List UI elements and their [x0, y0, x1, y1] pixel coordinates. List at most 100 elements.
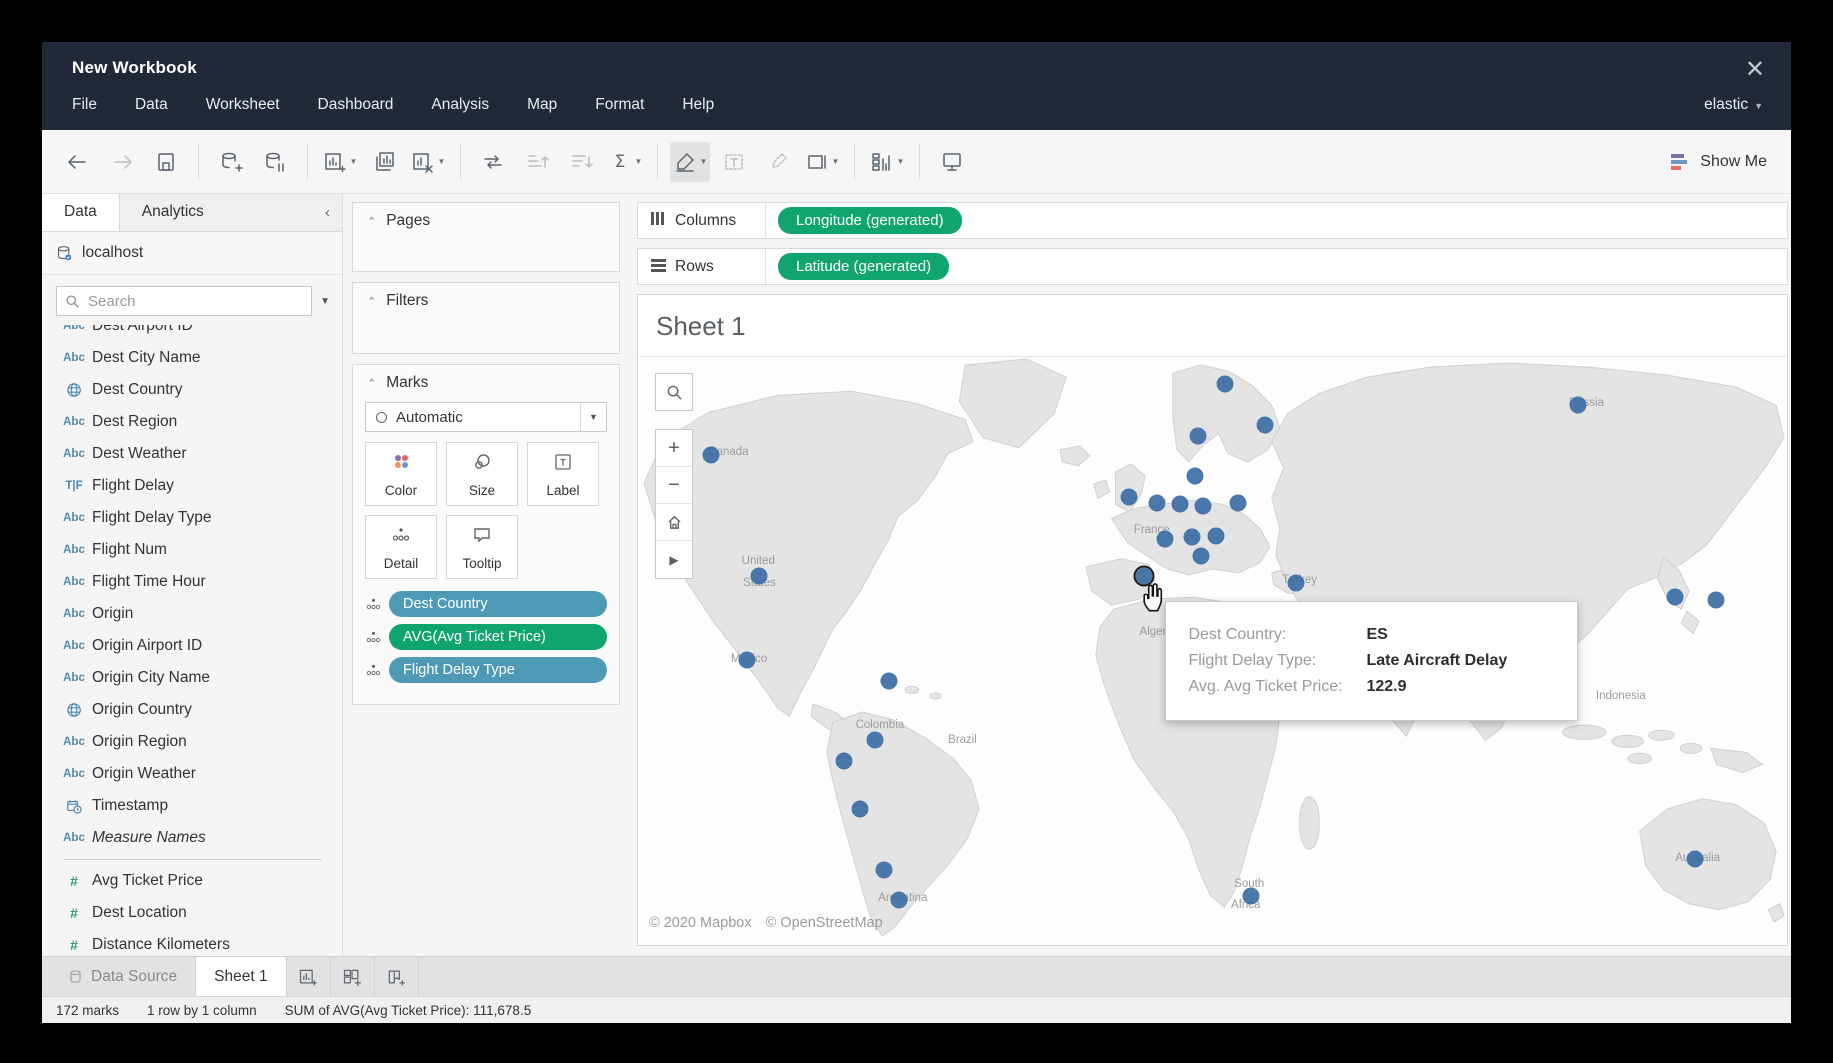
- map-mark[interactable]: [1288, 575, 1305, 592]
- show-hide-cards-button[interactable]: ▼: [867, 142, 907, 182]
- map-mark[interactable]: [1687, 851, 1704, 868]
- fit-axes-button[interactable]: ▼: [802, 142, 842, 182]
- map-mark[interactable]: [1217, 376, 1234, 393]
- chevron-down-icon[interactable]: ▼: [580, 403, 606, 431]
- menu-file[interactable]: File: [72, 96, 97, 114]
- undo-button[interactable]: [58, 142, 98, 182]
- map-mark[interactable]: [1187, 467, 1204, 484]
- field-flight-num[interactable]: AbcFlight Num: [48, 534, 342, 566]
- field-origin[interactable]: AbcOrigin: [48, 598, 342, 630]
- tab-data-source[interactable]: Data Source: [50, 957, 196, 996]
- menu-map[interactable]: Map: [527, 96, 557, 114]
- duplicate-sheet-button[interactable]: [364, 142, 404, 182]
- field-origin-weather[interactable]: AbcOrigin Weather: [48, 758, 342, 790]
- tab-analytics[interactable]: Analytics: [120, 194, 226, 231]
- map-mark[interactable]: [1207, 527, 1224, 544]
- field-dest-weather[interactable]: AbcDest Weather: [48, 438, 342, 470]
- show-me-button[interactable]: Show Me: [1658, 145, 1777, 179]
- menu-worksheet[interactable]: Worksheet: [206, 96, 280, 114]
- label-button[interactable]: Label: [527, 442, 599, 506]
- map-mark[interactable]: [738, 652, 755, 669]
- map-mark[interactable]: [1120, 489, 1137, 506]
- sort-descending-button[interactable]: [561, 142, 601, 182]
- rows-shelf[interactable]: Rows Latitude (generated): [637, 248, 1788, 285]
- field-dest-region[interactable]: AbcDest Region: [48, 406, 342, 438]
- search-box[interactable]: [56, 286, 312, 316]
- map-mark[interactable]: [876, 862, 893, 879]
- mark-type-dropdown[interactable]: Automatic ▼: [365, 402, 607, 432]
- home-button[interactable]: [656, 504, 692, 541]
- collapse-icon[interactable]: ⌃: [367, 295, 376, 308]
- field-flight-time-hour[interactable]: AbcFlight Time Hour: [48, 566, 342, 598]
- totals-button[interactable]: Σ▼: [605, 142, 645, 182]
- close-icon[interactable]: ✕: [1745, 58, 1765, 82]
- field-origin-country[interactable]: Origin Country: [48, 694, 342, 726]
- field-distance-kilometers[interactable]: #Distance Kilometers: [48, 929, 342, 956]
- collapse-icon[interactable]: ⌃: [367, 377, 376, 390]
- menu-data[interactable]: Data: [135, 96, 168, 114]
- map-view[interactable]: CanadaUnitedStatesMexicoColombiaBrazilAr…: [639, 356, 1786, 937]
- data-source-connection[interactable]: localhost: [42, 232, 342, 276]
- collapse-pane-icon[interactable]: ‹: [313, 194, 342, 231]
- map-mark[interactable]: [1708, 592, 1725, 609]
- map-search-button[interactable]: [655, 373, 693, 411]
- pill-dest-country[interactable]: Dest Country: [389, 591, 607, 617]
- field-origin-city-name[interactable]: AbcOrigin City Name: [48, 662, 342, 694]
- save-button[interactable]: [146, 142, 186, 182]
- map-mark[interactable]: [1666, 589, 1683, 606]
- pause-auto-updates-button[interactable]: [255, 142, 295, 182]
- new-worksheet-button[interactable]: ▼: [320, 142, 360, 182]
- map-mark[interactable]: [867, 732, 884, 749]
- columns-shelf[interactable]: Columns Longitude (generated): [637, 202, 1788, 239]
- field-flight-delay-type[interactable]: AbcFlight Delay Type: [48, 502, 342, 534]
- field-dest-airport-id[interactable]: AbcDest Airport ID: [48, 325, 342, 342]
- new-dashboard-button[interactable]: [331, 957, 375, 996]
- map-mark[interactable]: [852, 800, 869, 817]
- menu-help[interactable]: Help: [682, 96, 714, 114]
- search-options-icon[interactable]: ▼: [318, 296, 332, 307]
- sort-ascending-button[interactable]: [517, 142, 557, 182]
- search-input[interactable]: [88, 293, 303, 310]
- redo-button[interactable]: [102, 142, 142, 182]
- tooltip-button[interactable]: Tooltip: [446, 515, 518, 579]
- zoom-in-button[interactable]: +: [656, 430, 692, 467]
- new-worksheet-button[interactable]: [287, 957, 331, 996]
- map-mark[interactable]: [881, 672, 898, 689]
- tab-data[interactable]: Data: [42, 194, 120, 231]
- map-mark[interactable]: [1257, 416, 1274, 433]
- presentation-mode-button[interactable]: [932, 142, 972, 182]
- field-origin-region[interactable]: AbcOrigin Region: [48, 726, 342, 758]
- swap-rows-columns-button[interactable]: [473, 142, 513, 182]
- size-button[interactable]: Size: [446, 442, 518, 506]
- field-flight-delay[interactable]: T|FFlight Delay: [48, 470, 342, 502]
- menu-analysis[interactable]: Analysis: [431, 96, 489, 114]
- highlight-button[interactable]: ▼: [670, 142, 710, 182]
- map-mark[interactable]: [1149, 495, 1166, 512]
- format-workbook-button[interactable]: [758, 142, 798, 182]
- map-mark[interactable]: [1172, 496, 1189, 513]
- field-measure-names[interactable]: AbcMeasure Names: [48, 822, 342, 854]
- menu-format[interactable]: Format: [595, 96, 644, 114]
- field-dest-city-name[interactable]: AbcDest City Name: [48, 342, 342, 374]
- field-timestamp[interactable]: Timestamp: [48, 790, 342, 822]
- map-mark[interactable]: [1195, 498, 1212, 515]
- map-mark[interactable]: [1229, 495, 1246, 512]
- clear-sheet-button[interactable]: ▼: [408, 142, 448, 182]
- map-mark[interactable]: [891, 891, 908, 908]
- show-mark-labels-button[interactable]: [714, 142, 754, 182]
- detail-button[interactable]: Detail: [365, 515, 437, 579]
- pill-latitude-generated-[interactable]: Latitude (generated): [778, 253, 949, 280]
- field-dest-location[interactable]: #Dest Location: [48, 897, 342, 929]
- map-mark[interactable]: [1183, 529, 1200, 546]
- map-mark[interactable]: [836, 752, 853, 769]
- user-menu[interactable]: elastic▼: [1704, 96, 1763, 114]
- map-mark-selected[interactable]: [1135, 567, 1152, 584]
- new-data-source-button[interactable]: [211, 142, 251, 182]
- zoom-out-button[interactable]: −: [656, 467, 692, 504]
- color-button[interactable]: Color: [365, 442, 437, 506]
- map-mark[interactable]: [751, 567, 768, 584]
- pan-button[interactable]: ▶: [656, 541, 692, 578]
- menu-dashboard[interactable]: Dashboard: [318, 96, 394, 114]
- collapse-icon[interactable]: ⌃: [367, 215, 376, 228]
- tab-sheet-1[interactable]: Sheet 1: [196, 957, 286, 996]
